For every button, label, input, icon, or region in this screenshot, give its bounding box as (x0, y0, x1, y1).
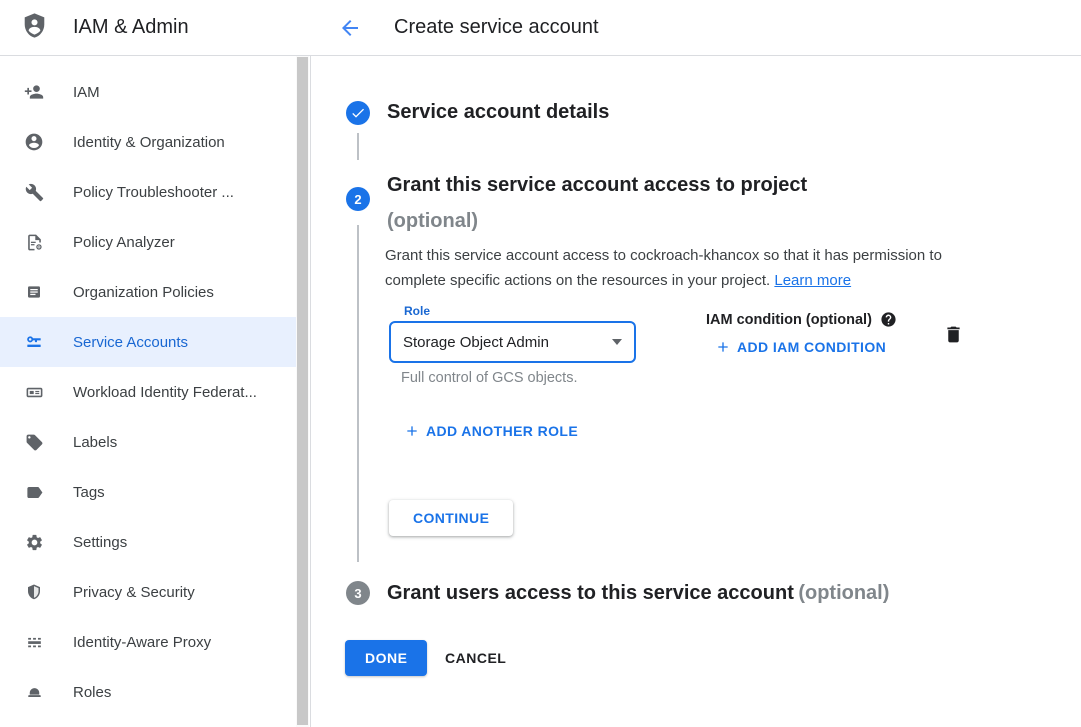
hard-hat-icon (24, 682, 44, 702)
step3-title: Grant users access to this service accou… (387, 582, 794, 604)
plus-icon (715, 339, 731, 355)
sidebar-item-roles[interactable]: Roles (0, 667, 297, 717)
step3-indicator: 3 (346, 581, 370, 605)
sidebar-item-label: Identity & Organization (73, 134, 225, 151)
step2-optional-label: (optional) (387, 210, 478, 232)
card-icon (24, 382, 44, 402)
sidebar-item-settings[interactable]: Settings (0, 517, 297, 567)
role-select[interactable]: Storage Object Admin (389, 321, 636, 363)
delete-role-button[interactable] (943, 324, 964, 348)
sidebar-item-workload-identity-federation[interactable]: Workload Identity Federat... (0, 367, 297, 417)
sidebar-item-policy-analyzer[interactable]: Policy Analyzer (0, 217, 297, 267)
gear-icon (24, 532, 44, 552)
sidebar-item-label: IAM (73, 84, 100, 101)
description-text: Grant this service account access to coc… (385, 247, 942, 289)
main-content: Service account details 2 Grant this ser… (311, 56, 1081, 727)
add-iam-condition-button[interactable]: ADD IAM CONDITION (715, 339, 886, 355)
article-icon (24, 282, 44, 302)
sidebar-item-label: Organization Policies (73, 284, 214, 301)
sidebar-item-label: Workload Identity Federat... (73, 384, 257, 401)
step1-indicator (346, 101, 370, 125)
step1-title: Service account details (387, 101, 609, 124)
role-helper-text: Full control of GCS objects. (401, 370, 578, 386)
step2-number: 2 (354, 192, 361, 207)
step2-indicator: 2 (346, 187, 370, 211)
help-icon[interactable] (880, 311, 897, 328)
arrow-back-icon (338, 16, 362, 40)
sidebar-item-label: Policy Analyzer (73, 234, 175, 251)
sidebar-scrollbar[interactable] (296, 56, 309, 727)
role-field-label: Role (399, 304, 435, 318)
step3-number: 3 (354, 586, 361, 601)
tag-arrow-icon (24, 482, 44, 502)
add-another-role-label: ADD ANOTHER ROLE (426, 423, 578, 439)
shield-half-icon (24, 582, 44, 602)
sidebar-item-service-accounts[interactable]: Service Accounts (0, 317, 297, 367)
sidebar-item-label: Service Accounts (73, 334, 188, 351)
top-header: IAM & Admin Create service account (0, 0, 1081, 56)
service-account-key-icon (24, 332, 44, 352)
label-tag-icon (24, 432, 44, 452)
sidebar-item-labels[interactable]: Labels (0, 417, 297, 467)
sidebar-item-label: Roles (73, 684, 111, 701)
sidebar-item-label: Privacy & Security (73, 584, 195, 601)
sidebar-item-policy-troubleshooter[interactable]: Policy Troubleshooter ... (0, 167, 297, 217)
back-button[interactable] (337, 15, 363, 41)
account-circle-icon (24, 132, 44, 152)
sidebar-item-label: Identity-Aware Proxy (73, 634, 211, 651)
sidebar-item-label: Policy Troubleshooter ... (73, 184, 234, 201)
sidebar-item-tags[interactable]: Tags (0, 467, 297, 517)
done-button[interactable]: DONE (345, 640, 427, 676)
sidebar-item-label: Settings (73, 534, 127, 551)
iam-condition-label-row: IAM condition (optional) (706, 311, 897, 328)
role-select-value: Storage Object Admin (403, 334, 612, 351)
person-add-icon (24, 82, 44, 102)
step3-heading: Grant users access to this service accou… (387, 580, 889, 608)
page-title: Create service account (394, 16, 599, 39)
learn-more-link[interactable]: Learn more (774, 272, 851, 289)
wrench-icon (24, 182, 44, 202)
sidebar-nav: IAM Identity & Organization Policy Troub… (0, 56, 297, 717)
sidebar-item-label: Labels (73, 434, 117, 451)
sidebar-scrollbar-thumb[interactable] (297, 57, 308, 725)
cancel-button[interactable]: CANCEL (429, 640, 522, 676)
proxy-strip-icon (24, 632, 44, 652)
trash-icon (943, 324, 964, 345)
sidebar-item-identity-organization[interactable]: Identity & Organization (0, 117, 297, 167)
step-connector (357, 133, 359, 160)
iam-admin-shield-icon (21, 11, 48, 45)
step2-title: Grant this service account access to pro… (387, 174, 807, 196)
sidebar-item-iam[interactable]: IAM (0, 67, 297, 117)
sidebar-item-label: Tags (73, 484, 105, 501)
caret-down-icon (612, 339, 622, 345)
continue-button[interactable]: CONTINUE (389, 500, 513, 536)
sidebar-item-privacy-security[interactable]: Privacy & Security (0, 567, 297, 617)
add-iam-condition-label: ADD IAM CONDITION (737, 339, 886, 355)
page-header: Create service account (311, 0, 1081, 55)
sidebar-item-identity-aware-proxy[interactable]: Identity-Aware Proxy (0, 617, 297, 667)
step2-heading: Grant this service account access to pro… (387, 168, 967, 240)
document-gear-icon (24, 232, 44, 252)
check-icon (350, 105, 366, 121)
sidebar: IAM Identity & Organization Policy Troub… (0, 56, 311, 727)
app-header: IAM & Admin (0, 0, 311, 55)
plus-icon (404, 423, 420, 439)
app-title: IAM & Admin (73, 16, 189, 39)
step2-description: Grant this service account access to coc… (385, 243, 983, 293)
iam-condition-label: IAM condition (optional) (706, 312, 872, 328)
add-another-role-button[interactable]: ADD ANOTHER ROLE (404, 423, 578, 439)
sidebar-item-organization-policies[interactable]: Organization Policies (0, 267, 297, 317)
step3-optional-label: (optional) (798, 582, 889, 604)
step-connector (357, 225, 359, 562)
